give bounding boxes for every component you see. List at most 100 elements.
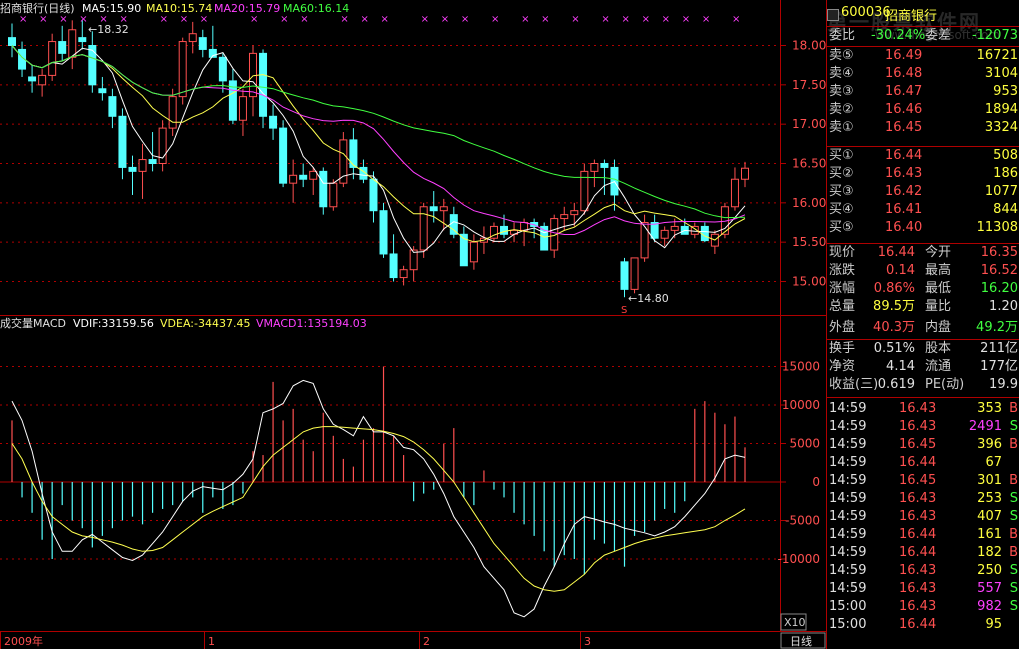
ask-volume: 16721	[976, 48, 1018, 63]
fund-label: 股本	[925, 341, 952, 356]
price-tick-label: 15.00	[792, 275, 826, 289]
ask-row: 卖④ 16.48 3104	[827, 65, 1019, 83]
tick-direction: B	[1009, 473, 1018, 488]
candle-body	[98, 88, 107, 94]
signal-marker: ×	[461, 14, 469, 25]
tick-row: 14:59 16.43 353 B	[827, 400, 1019, 418]
chart-labels: 18.0017.5017.0016.5016.0015.5015.0015000…	[0, 1, 826, 648]
signal-marker: ×	[360, 14, 368, 25]
signal-marker: ×	[662, 14, 670, 25]
candle-body	[590, 163, 599, 172]
tick-volume: 253	[977, 491, 1002, 506]
period-label: 日线	[790, 634, 812, 648]
tick-time: 15:00	[829, 599, 867, 614]
candle-body	[600, 163, 609, 168]
tick-volume: 396	[977, 437, 1002, 452]
signal-marker: ×	[39, 14, 47, 25]
stat-row: 现价 16.44 今开 16.35	[827, 244, 1019, 262]
signal-marker: ×	[59, 14, 67, 25]
tick-row: 14:59 16.43 407 S	[827, 508, 1019, 526]
bid-row: 买④ 16.41 844	[827, 201, 1019, 219]
ask-price: 16.48	[885, 66, 923, 81]
candle-body	[389, 253, 398, 279]
candle-body	[650, 222, 659, 239]
signal-marker: ×	[571, 14, 579, 25]
volume-tick-label: -10000	[777, 552, 820, 566]
candle-body	[730, 178, 739, 208]
signal-marker: ×	[521, 14, 529, 25]
bid-row: 买⑤ 16.40 11308	[827, 219, 1019, 237]
tick-direction: B	[1009, 545, 1018, 560]
stat-label: 涨跌	[829, 263, 856, 278]
tick-time: 14:59	[829, 491, 867, 506]
ask-volume: 3104	[984, 66, 1018, 81]
stock-code: 600036	[841, 5, 891, 20]
candle-body	[349, 139, 358, 168]
price-tick-label: 18.00	[792, 39, 826, 53]
tick-price: 16.44	[899, 455, 937, 470]
tick-volume: 982	[977, 599, 1002, 614]
candle-body	[279, 127, 288, 184]
bid-volume: 186	[993, 166, 1018, 181]
weibi-value: -30.24%	[871, 28, 926, 43]
tick-row: 14:59 16.44 161 B	[827, 526, 1019, 544]
stat-value: 16.35	[980, 245, 1018, 260]
tick-price: 16.44	[899, 545, 937, 560]
tick-time: 14:59	[829, 581, 867, 596]
price-tick-label: 15.50	[792, 235, 826, 249]
ask-volume: 953	[993, 84, 1018, 99]
fund-row: 换手 0.51% 股本 211亿	[827, 340, 1019, 358]
candle-body	[168, 96, 177, 129]
signal-marker: ×	[601, 14, 609, 25]
candle-body	[248, 52, 257, 98]
date-label: 1	[208, 635, 215, 648]
tick-direction: B	[1009, 527, 1018, 542]
tick-row: 15:00 16.43 982 S	[827, 598, 1019, 616]
fund-row: 收益(三) 0.619 PE(动) 19.9	[827, 376, 1019, 394]
tick-volume: 407	[977, 509, 1002, 524]
tick-time: 14:59	[829, 419, 867, 434]
candlestick-series	[8, 20, 749, 298]
tick-time: 14:59	[829, 437, 867, 452]
volume-title: 成交量MACD	[0, 316, 66, 330]
kline-chart-area[interactable]: 18.0017.5017.0016.5016.0015.5015.0015000…	[0, 0, 826, 649]
tick-direction: S	[1009, 491, 1018, 506]
tick-direction: B	[1009, 437, 1018, 452]
ask-label: 卖③	[829, 84, 854, 99]
stat-row: 涨幅 0.86% 最低 16.20	[827, 280, 1019, 298]
price-tick-label: 16.00	[792, 196, 826, 210]
candle-body	[259, 52, 268, 117]
signal-marker: ×	[642, 14, 650, 25]
tick-time: 14:59	[829, 455, 867, 470]
candle-body	[238, 96, 247, 121]
ask-label: 卖④	[829, 66, 854, 81]
stat-value: 0.86%	[873, 281, 915, 296]
signal-marker: ×	[180, 14, 188, 25]
weibi-label: 委比	[829, 28, 856, 43]
candle-body	[329, 182, 338, 208]
tick-row: 14:59 16.45 301 B	[827, 472, 1019, 490]
bid-label: 买①	[829, 148, 854, 163]
candle-body	[741, 167, 749, 180]
candle-body	[409, 249, 418, 271]
stat-value: 0.14	[886, 263, 915, 278]
tick-price: 16.43	[899, 599, 937, 614]
tick-price: 16.44	[899, 527, 937, 542]
tick-row: 14:59 16.43 250 S	[827, 562, 1019, 580]
bid-volume: 1077	[984, 184, 1018, 199]
date-label: 2009年	[4, 634, 43, 648]
candle-body	[138, 159, 147, 172]
fund-value: 4.14	[886, 359, 915, 374]
bid-row: 买② 16.43 186	[827, 165, 1019, 183]
candle-body	[449, 214, 458, 235]
candle-body	[28, 76, 37, 82]
signal-marker: ×	[541, 14, 549, 25]
bid-volume: 11308	[976, 220, 1018, 235]
candle-body	[520, 222, 529, 231]
quote-panel: 第一股票软件网 www.dingnosoft.com 600036 招商银行 委…	[826, 0, 1019, 649]
stat-label: 最低	[925, 281, 952, 296]
candle-body	[429, 206, 438, 212]
candle-body	[299, 174, 308, 180]
price-tick-label: 17.00	[792, 117, 826, 131]
fund-label: 流通	[925, 359, 952, 374]
